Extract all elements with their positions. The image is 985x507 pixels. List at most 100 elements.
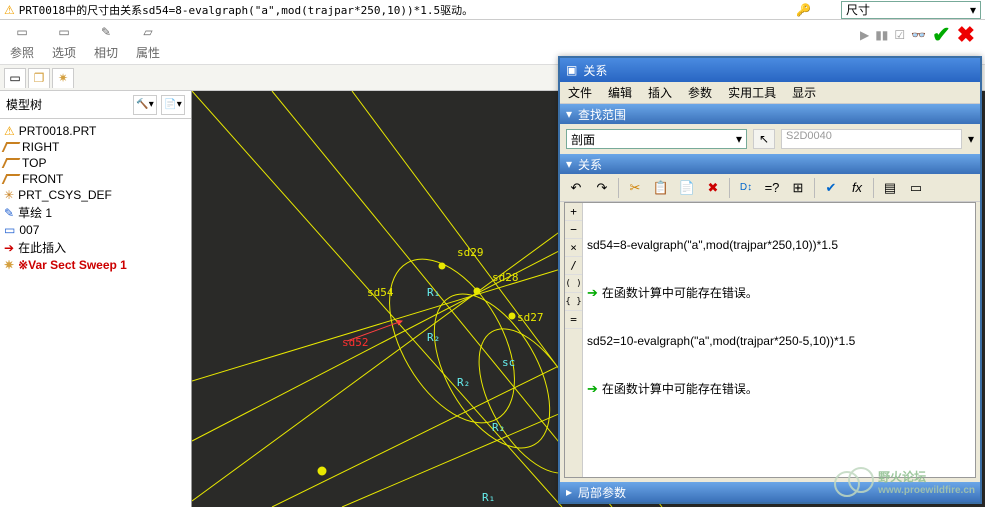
glasses-icon[interactable]: 👓 (911, 28, 926, 42)
dim-label-r2b: R₂ (457, 376, 470, 389)
relations-dialog[interactable]: ▣ 关系 文件 编辑 插入 参数 实用工具 显示 ▾ 查找范围 剖面▾ ↖ S2… (558, 56, 982, 504)
pause-icon[interactable]: ▮▮ (875, 28, 888, 42)
tree-item-csys[interactable]: ✳PRT_CSYS_DEF (2, 187, 189, 203)
relations-titlebar[interactable]: ▣ 关系 (560, 58, 980, 82)
cancel-button[interactable]: ✖ (957, 22, 975, 48)
code-line: sd52=10-evalgraph("a",mod(trajpar*250-5,… (587, 333, 971, 349)
cut-button[interactable]: ✂ (623, 177, 647, 199)
key-icon: 🔑 (796, 3, 811, 17)
datum-icon (2, 142, 21, 152)
op-brace[interactable]: { } (565, 293, 582, 311)
datum-icon (2, 174, 21, 184)
reference-button[interactable]: ▭参照 (10, 22, 34, 61)
find-scope-header[interactable]: ▾ 查找范围 (560, 104, 980, 124)
relations-section-header[interactable]: ▾ 关系 (560, 154, 980, 174)
menu-utilities[interactable]: 实用工具 (728, 84, 776, 101)
dim-label-r2a: R₂ (427, 331, 440, 344)
delete-button[interactable]: ✖ (701, 177, 725, 199)
op-paren[interactable]: ( ) (565, 275, 582, 293)
paste-button[interactable]: 📄 (675, 177, 699, 199)
tree-item-sketch[interactable]: ✎草绘 1 (2, 203, 189, 222)
warning-icon: ⚠ (4, 124, 15, 138)
dim-label-r2c: R₂ (492, 421, 505, 434)
tree-item-front[interactable]: FRONT (2, 171, 189, 187)
error-marker-icon: ➔ (587, 285, 598, 301)
tree-item-007[interactable]: ▭007 (2, 222, 189, 238)
tree-item-top[interactable]: TOP (2, 155, 189, 171)
status-message: PRT0018中的尺寸由关系sd54=8-evalgraph("a",mod(t… (19, 2, 766, 18)
op-plus[interactable]: + (565, 203, 582, 221)
error-marker-icon: ➔ (587, 381, 598, 397)
tab-layers[interactable]: ❐ (28, 68, 50, 88)
operator-gutter: + − × / ( ) { } = (565, 203, 583, 477)
insert-icon: ➔ (4, 241, 14, 255)
menu-insert[interactable]: 插入 (648, 84, 672, 101)
brackets-button[interactable]: ⊞ (786, 177, 810, 199)
pick-button[interactable]: ↖ (753, 129, 775, 149)
tab-model[interactable]: ▭ (4, 68, 26, 88)
op-mult[interactable]: × (565, 239, 582, 257)
sketch-icon: ✎ (4, 206, 14, 220)
fx-button[interactable]: fx (845, 177, 869, 199)
properties-button[interactable]: ▱属性 (136, 22, 160, 61)
list-button[interactable]: ▤ (878, 177, 902, 199)
scope-name-field[interactable]: S2D0040 (781, 129, 962, 149)
app-icon: ▣ (566, 63, 577, 77)
dim-label-sd52[interactable]: sd52 (342, 336, 369, 349)
find-scope-row: 剖面▾ ↖ S2D0040 ▾ (560, 124, 980, 154)
menu-show[interactable]: 显示 (792, 84, 816, 101)
tree-item-right[interactable]: RIGHT (2, 139, 189, 155)
dim-label-sd29[interactable]: sd29 (457, 246, 484, 259)
verify-button[interactable]: ✔ (819, 177, 843, 199)
dim-label-sc[interactable]: sc (502, 356, 515, 369)
dims-button[interactable]: D↕ (734, 177, 758, 199)
op-eq[interactable]: = (565, 311, 582, 329)
redo-button[interactable]: ↷ (590, 177, 614, 199)
menu-edit[interactable]: 编辑 (608, 84, 632, 101)
tree-item-insert[interactable]: ➔在此插入 (2, 238, 189, 257)
expand-icon: ▸ (566, 485, 572, 499)
options-button[interactable]: ▭选项 (52, 22, 76, 61)
sweep-icon: ✷ (4, 258, 14, 272)
menu-file[interactable]: 文件 (568, 84, 592, 101)
play-icon[interactable]: ▶ (860, 28, 869, 42)
status-bar: ⚠ PRT0018中的尺寸由关系sd54=8-evalgraph("a",mod… (0, 0, 985, 20)
relations-menubar: 文件 编辑 插入 参数 实用工具 显示 (560, 82, 980, 104)
copy-button[interactable]: 📋 (649, 177, 673, 199)
tangent-button[interactable]: ✎相切 (94, 22, 118, 61)
tree-item-part[interactable]: ⚠PRT0018.PRT (2, 123, 189, 139)
feature-icon: ▭ (4, 223, 15, 237)
relations-text-area[interactable]: sd54=8-evalgraph("a",mod(trajpar*250,10)… (583, 203, 975, 477)
collapse-icon: ▾ (566, 107, 572, 121)
logo-icon (834, 467, 872, 497)
csys-icon: ✳ (4, 188, 14, 202)
undo-button[interactable]: ↶ (564, 177, 588, 199)
tree-item-sweep[interactable]: ✷※Var Sect Sweep 1 (2, 257, 189, 273)
watermark: 野火论坛 www.proewildfire.cn (834, 467, 975, 497)
error-line: 在函数计算中可能存在错误。 (602, 381, 758, 397)
code-line: sd54=8-evalgraph("a",mod(trajpar*250,10)… (587, 237, 971, 253)
dim-label-r1a: R₁ (427, 286, 440, 299)
dim-label-sd27[interactable]: sd27 (517, 311, 544, 324)
model-tree: ⚠PRT0018.PRT RIGHT TOP FRONT ✳PRT_CSYS_D… (0, 119, 191, 277)
op-div[interactable]: / (565, 257, 582, 275)
tab-favorites[interactable]: ✷ (52, 68, 74, 88)
dim-label-r1b: R₁ (482, 491, 495, 504)
checkbox-icon[interactable]: ☑ (894, 28, 905, 42)
dim-label-sd54[interactable]: sd54 (367, 286, 394, 299)
model-tree-panel: 模型树 🔨▾ 📄▾ ⚠PRT0018.PRT RIGHT TOP FRONT ✳… (0, 91, 192, 507)
equals-button[interactable]: =? (760, 177, 784, 199)
tree-tool-2[interactable]: 📄▾ (161, 95, 185, 115)
menu-params[interactable]: 参数 (688, 84, 712, 101)
scope-dropdown[interactable]: 剖面▾ (566, 129, 747, 149)
error-line: 在函数计算中可能存在错误。 (602, 285, 758, 301)
window-button[interactable]: ▭ (904, 177, 928, 199)
dim-label-sd28[interactable]: sd28 (492, 271, 519, 284)
dimension-dropdown[interactable]: 尺寸▾ (841, 1, 981, 19)
warning-icon: ⚠ (4, 3, 15, 17)
confirm-button[interactable]: ✔ (932, 22, 950, 48)
datum-icon (2, 158, 21, 168)
tree-tool-1[interactable]: 🔨▾ (133, 95, 157, 115)
relations-editor: + − × / ( ) { } = sd54=8-evalgraph("a",m… (564, 202, 976, 478)
op-minus[interactable]: − (565, 221, 582, 239)
